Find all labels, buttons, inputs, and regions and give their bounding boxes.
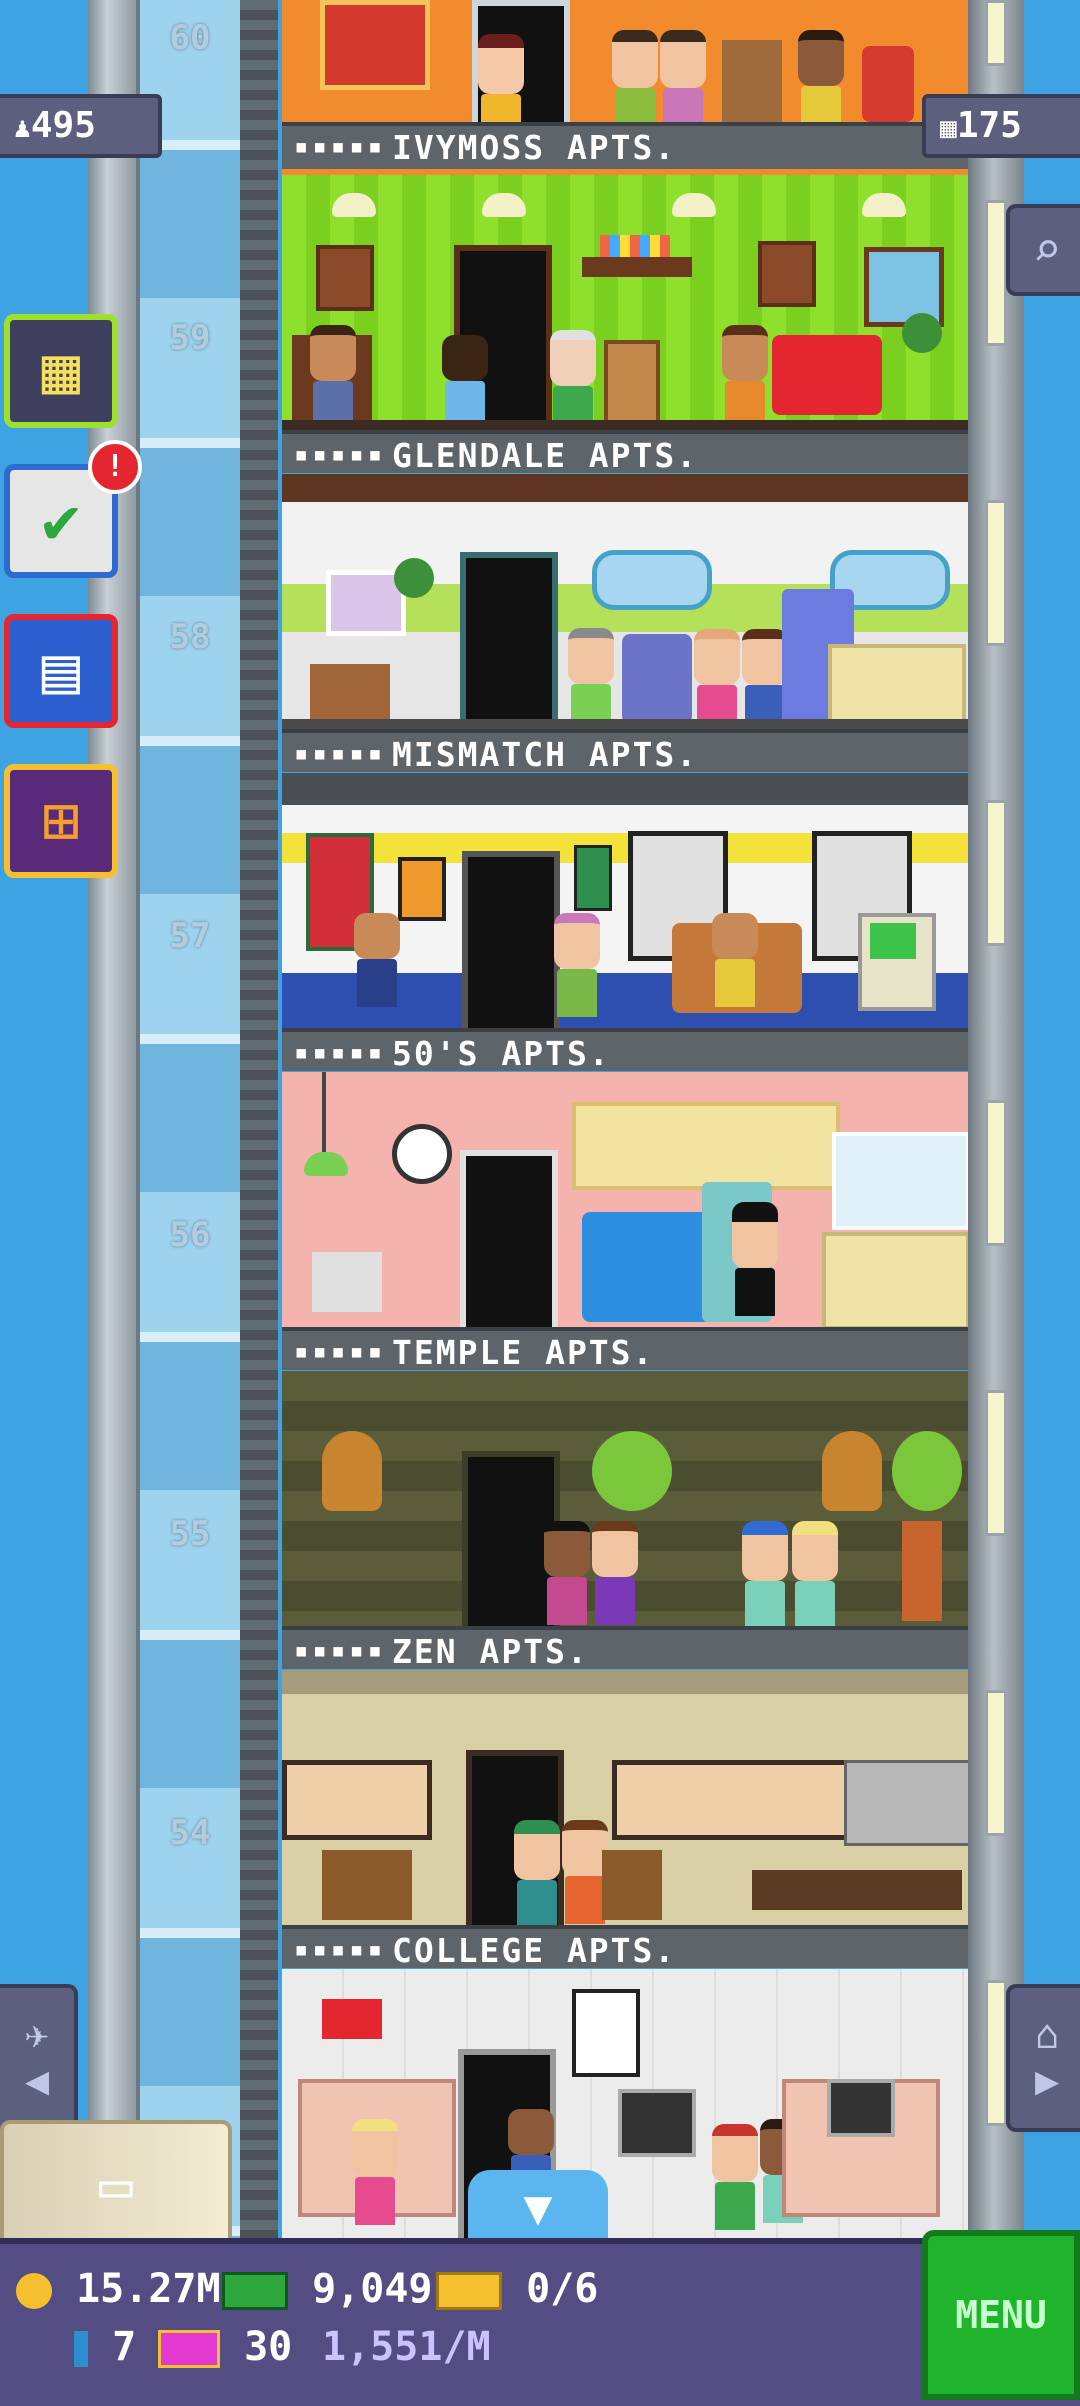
notification-badge: !: [88, 440, 142, 494]
elevator-cable: [240, 0, 278, 2250]
floor-count-badge[interactable]: ▦175: [922, 94, 1080, 158]
floor-name: MISMATCH APTS.: [392, 735, 699, 772]
stock-value: 7: [112, 2324, 137, 2370]
search-icon: ⌕: [1032, 222, 1062, 278]
calendar-icon: ▤: [41, 634, 81, 708]
population-count: 495: [30, 105, 96, 146]
coin-icon: [16, 2273, 52, 2309]
tower-overview-button[interactable]: ▦: [4, 314, 118, 428]
scroll-down-button[interactable]: ▼: [468, 2170, 608, 2246]
floor-count: 175: [956, 105, 1022, 146]
population-dots: ▪▪▪▪▪: [294, 132, 387, 160]
down-arrow-icon: ▼: [523, 2180, 553, 2236]
floor-name: 50'S APTS.: [392, 1034, 611, 1071]
floor-temple-apts[interactable]: ▪▪▪▪▪ TEMPLE APTS.: [282, 1072, 968, 1370]
tower-bux-display[interactable]: 30: [158, 2324, 292, 2370]
floor-number: 59: [169, 318, 211, 358]
menu-button[interactable]: MENU: [922, 2230, 1080, 2400]
floor-number: 60: [169, 18, 211, 58]
floor-mismatch-apts[interactable]: ▪▪▪▪▪ MISMATCH APTS.: [282, 474, 968, 772]
floor-number: 57: [169, 916, 211, 956]
pillar-light: [985, 1690, 1007, 1836]
pillar-light: [985, 800, 1007, 946]
floor-number: 54: [169, 1813, 211, 1853]
pillar-light: [985, 1980, 1007, 2126]
pillar-light: [985, 1100, 1007, 1246]
floor-name: COLLEGE APTS.: [392, 1931, 677, 1968]
vip-tickets-value: 0/6: [526, 2266, 599, 2312]
floor-number: 56: [169, 1215, 211, 1255]
pillar-light: [985, 1390, 1007, 1536]
home-icon: ⌂: [1034, 2012, 1060, 2058]
floor-ivymoss-apts[interactable]: ▪▪▪▪▪ IVYMOSS APTS.: [282, 0, 968, 175]
population-badge[interactable]: ♟495: [0, 94, 162, 158]
bux-icon: [222, 2272, 288, 2310]
calendar-button[interactable]: ▤: [4, 614, 118, 728]
home-right-button[interactable]: ⌂ ▶: [1006, 1984, 1080, 2132]
arrow-right-icon: ▶: [1034, 2058, 1060, 2104]
population-dots: ▪▪▪▪▪: [294, 1636, 387, 1664]
floor-icon: ▦: [940, 111, 957, 144]
gift-icon: ⊞: [41, 784, 81, 858]
floor-number: 55: [169, 1514, 211, 1554]
storage-box-icon: ▭: [99, 2152, 133, 2218]
coins-value: 15.27M: [76, 2266, 221, 2312]
bottom-hud: 15.27M 9,049 0/6 7 30 1,551/M: [0, 2238, 1080, 2406]
floor-zen-apts[interactable]: ▪▪▪▪▪ ZEN APTS.: [282, 1371, 968, 1669]
bux-value: 9,049: [312, 2266, 433, 2312]
tower-bux-icon: [158, 2330, 220, 2368]
floor-college-apts[interactable]: ▪▪▪▪▪ COLLEGE APTS.: [282, 1670, 968, 1968]
population-dots: ▪▪▪▪▪: [294, 739, 387, 767]
coins-display[interactable]: 15.27M: [16, 2266, 221, 2312]
elevator-left-button[interactable]: ✈ ◀: [0, 1984, 78, 2132]
floor-glendale-apts[interactable]: ▪▪▪▪▪ GLENDALE APTS.: [282, 175, 968, 473]
floor-dorm[interactable]: [282, 1969, 968, 2239]
floor-number: 58: [169, 617, 211, 657]
tower-bux-value: 30: [244, 2324, 293, 2370]
vip-ticket-icon: [436, 2272, 502, 2310]
elevator-person-icon: ✈: [24, 2012, 50, 2058]
tower-calendar-icon: ▦: [41, 334, 81, 408]
floor-name: TEMPLE APTS.: [392, 1333, 655, 1370]
floor-name: GLENDALE APTS.: [392, 436, 699, 473]
income-display: 1,551/M: [322, 2324, 491, 2370]
floor-name: IVYMOSS APTS.: [392, 128, 677, 167]
bux-display[interactable]: 9,049: [222, 2266, 433, 2312]
population-icon: ♟: [14, 111, 31, 144]
search-button[interactable]: ⌕: [1006, 204, 1080, 296]
pillar-light: [985, 500, 1007, 646]
population-dots: ▪▪▪▪▪: [294, 440, 387, 468]
population-dots: ▪▪▪▪▪: [294, 1935, 387, 1963]
stock-display[interactable]: 7: [74, 2324, 136, 2370]
floor-50s-apts[interactable]: ▪▪▪▪▪ 50'S APTS.: [282, 773, 968, 1071]
stock-icon: [74, 2331, 88, 2367]
pillar-light: [985, 200, 1007, 346]
missions-icon: ✔: [41, 484, 81, 558]
floor-name: ZEN APTS.: [392, 1632, 589, 1669]
pillar-light: [985, 0, 1007, 66]
storage-button[interactable]: ▭: [0, 2120, 232, 2250]
population-dots: ▪▪▪▪▪: [294, 1038, 387, 1066]
arrow-left-icon: ◀: [24, 2058, 50, 2104]
gift-button[interactable]: ⊞: [4, 764, 118, 878]
vip-tickets-display[interactable]: 0/6: [436, 2266, 598, 2312]
population-dots: ▪▪▪▪▪: [294, 1337, 387, 1365]
